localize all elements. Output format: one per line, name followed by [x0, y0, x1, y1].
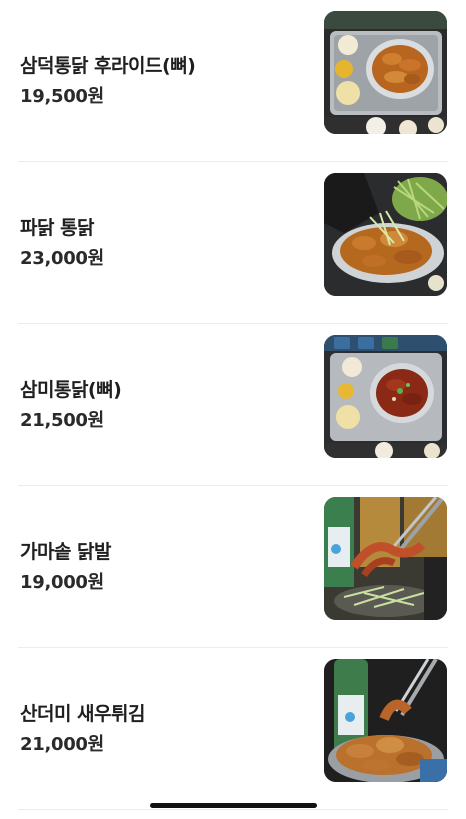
home-indicator[interactable]	[150, 803, 317, 808]
menu-item-price: 23,000원	[20, 247, 104, 269]
menu-item[interactable]: 삼미통닭(뼈) 21,500원	[18, 324, 448, 486]
sweet-spicy-chicken-tray-photo	[324, 335, 447, 458]
menu-item[interactable]: 가마솥 닭발 19,000원	[18, 486, 448, 648]
menu-item-photo[interactable]	[324, 659, 447, 782]
fried-chicken-tray-photo	[324, 11, 447, 134]
menu-item-text: 가마솥 닭발 19,000원	[20, 539, 310, 595]
menu-item-text: 파닭 통닭 23,000원	[20, 215, 310, 271]
green-onion-chicken-photo	[324, 173, 447, 296]
menu-item-price: 21,000원	[20, 733, 104, 755]
menu-item[interactable]: 파닭 통닭 23,000원	[18, 162, 448, 324]
menu-item-price: 19,000원	[20, 571, 104, 593]
menu-item-name: 산더미 새우튀김	[20, 702, 145, 725]
menu-screen: 삼덕통닭 후라이드(뼈) 19,500원 파닭 통닭 23,000원 삼미통닭(…	[0, 0, 466, 819]
menu-item-photo[interactable]	[324, 335, 447, 458]
menu-item-text: 산더미 새우튀김 21,000원	[20, 701, 310, 757]
menu-item-name: 가마솥 닭발	[20, 540, 112, 563]
menu-item-name: 삼덕통닭 후라이드(뼈)	[20, 54, 196, 77]
menu-item-price: 19,500원	[20, 85, 104, 107]
menu-item-name: 파닭 통닭	[20, 216, 95, 239]
menu-item[interactable]: 삼덕통닭 후라이드(뼈) 19,500원	[18, 0, 448, 162]
fried-shrimp-pile-photo	[324, 659, 447, 782]
menu-item-text: 삼미통닭(뼈) 21,500원	[20, 377, 310, 433]
menu-item[interactable]: 산더미 새우튀김 21,000원	[18, 648, 448, 810]
menu-item-text: 삼덕통닭 후라이드(뼈) 19,500원	[20, 53, 310, 109]
menu-item-photo[interactable]	[324, 11, 447, 134]
menu-item-photo[interactable]	[324, 497, 447, 620]
chicken-feet-tongs-photo	[324, 497, 447, 620]
menu-item-name: 삼미통닭(뼈)	[20, 378, 122, 401]
menu-item-price: 21,500원	[20, 409, 104, 431]
menu-item-photo[interactable]	[324, 173, 447, 296]
menu-list: 삼덕통닭 후라이드(뼈) 19,500원 파닭 통닭 23,000원 삼미통닭(…	[0, 0, 466, 810]
